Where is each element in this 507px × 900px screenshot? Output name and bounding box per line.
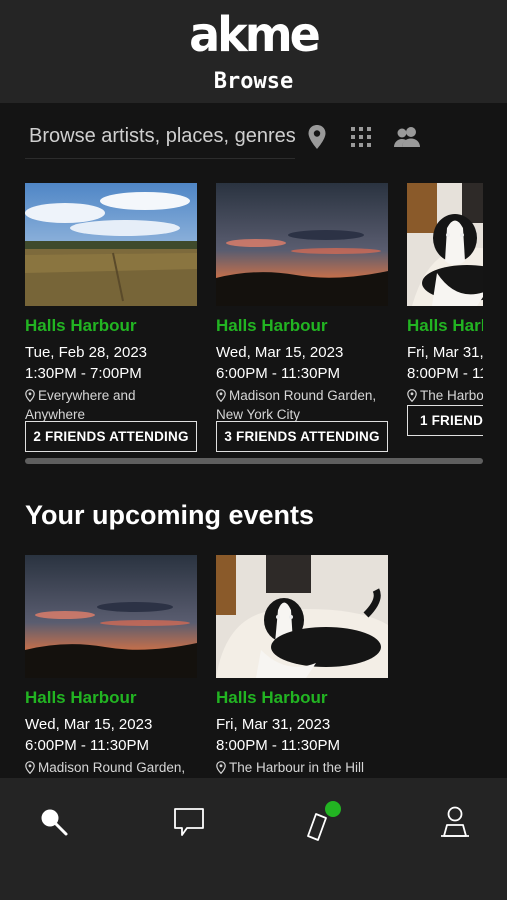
- event-time: 6:00PM - 11:30PM: [25, 737, 149, 754]
- app-header: akme Browse: [0, 0, 507, 103]
- featured-events-carousel[interactable]: Halls Harbour Tue, Feb 28, 2023 1:30PM -…: [0, 183, 483, 468]
- event-location-line1: Madison Round Garden,: [38, 760, 186, 775]
- friends-attending-button[interactable]: 1 FRIEND ATTENDING: [407, 405, 483, 436]
- event-image: [25, 183, 197, 306]
- event-title: Halls Harbour: [25, 316, 137, 335]
- event-date: Fri, Mar 31, 2023: [407, 344, 483, 361]
- event-location-line1: The Harbour in the Hill: [420, 388, 483, 403]
- event-card[interactable]: Halls Harbour Wed, Mar 15, 2023 6:00PM -…: [216, 183, 388, 452]
- search-input[interactable]: [25, 115, 295, 159]
- upcoming-events-list[interactable]: Halls Harbour Wed, Mar 15, 2023 6:00PM -…: [0, 555, 507, 778]
- location-pin-icon[interactable]: [303, 123, 331, 151]
- event-time: 6:00PM - 11:30PM: [216, 365, 340, 382]
- location-pin-icon: [216, 389, 226, 402]
- upcoming-event-card[interactable]: Halls Harbour Fri, Mar 31, 2023 8:00PM -…: [216, 555, 388, 777]
- event-time: 1:30PM - 7:00PM: [25, 365, 142, 382]
- event-location: Everywhere and: [25, 386, 197, 405]
- nav-search[interactable]: [32, 800, 76, 844]
- friends-attending-button[interactable]: 2 FRIENDS ATTENDING: [25, 421, 197, 452]
- event-image: [25, 555, 197, 678]
- upcoming-event-card[interactable]: Halls Harbour Wed, Mar 15, 2023 6:00PM -…: [25, 555, 197, 777]
- chat-icon: [174, 808, 204, 836]
- profile-icon: [441, 806, 469, 837]
- event-time: 8:00PM - 11:30PM: [216, 737, 340, 754]
- location-pin-icon: [407, 389, 417, 402]
- event-card[interactable]: Halls Harbour Tue, Feb 28, 2023 1:30PM -…: [25, 183, 197, 452]
- location-pin-icon: [216, 761, 226, 774]
- nav-messages[interactable]: [167, 800, 211, 844]
- carousel-scrollbar[interactable]: [25, 458, 483, 464]
- event-image: [216, 555, 388, 678]
- event-location: The Harbour in the Hill: [407, 386, 483, 405]
- bottom-navigation: [0, 778, 507, 900]
- location-pin-icon: [25, 761, 35, 774]
- app-logo: akme: [189, 5, 321, 63]
- page-title: Browse: [213, 69, 294, 94]
- event-title: Halls Harbour: [25, 688, 137, 707]
- event-image: [216, 183, 388, 306]
- event-location-line1: Madison Round Garden,: [229, 388, 377, 403]
- friends-attending-button[interactable]: 3 FRIENDS ATTENDING: [216, 421, 388, 452]
- event-card[interactable]: Halls Harbour Fri, Mar 31, 2023 8:00PM -…: [407, 183, 483, 436]
- event-title: Halls Harbour: [216, 688, 328, 707]
- event-location: Madison Round Garden,: [25, 758, 197, 777]
- nav-tickets[interactable]: [300, 800, 344, 844]
- grid-icon[interactable]: [347, 123, 375, 151]
- event-time: 8:00PM - 11:30PM: [407, 365, 483, 382]
- event-title: Halls Harbour: [216, 316, 328, 335]
- event-date: Wed, Mar 15, 2023: [216, 344, 344, 361]
- event-location: Madison Round Garden,: [216, 386, 388, 405]
- event-location: The Harbour in the Hill: [216, 758, 388, 777]
- location-pin-icon: [25, 389, 35, 402]
- event-location-line1: Everywhere and: [38, 388, 136, 403]
- event-title: Halls Harbour: [407, 316, 483, 335]
- event-location-line1: The Harbour in the Hill: [229, 760, 365, 775]
- event-date: Wed, Mar 15, 2023: [25, 716, 153, 733]
- event-image: [407, 183, 483, 306]
- event-date: Tue, Feb 28, 2023: [25, 344, 148, 361]
- event-date: Fri, Mar 31, 2023: [216, 716, 331, 733]
- nav-profile[interactable]: [433, 800, 477, 844]
- search-bar: [25, 115, 465, 161]
- search-icon: [41, 809, 68, 836]
- upcoming-events-heading: Your upcoming events: [25, 500, 315, 530]
- ticket-icon: [307, 801, 341, 841]
- friends-icon[interactable]: [393, 123, 421, 151]
- notification-badge: [325, 801, 341, 817]
